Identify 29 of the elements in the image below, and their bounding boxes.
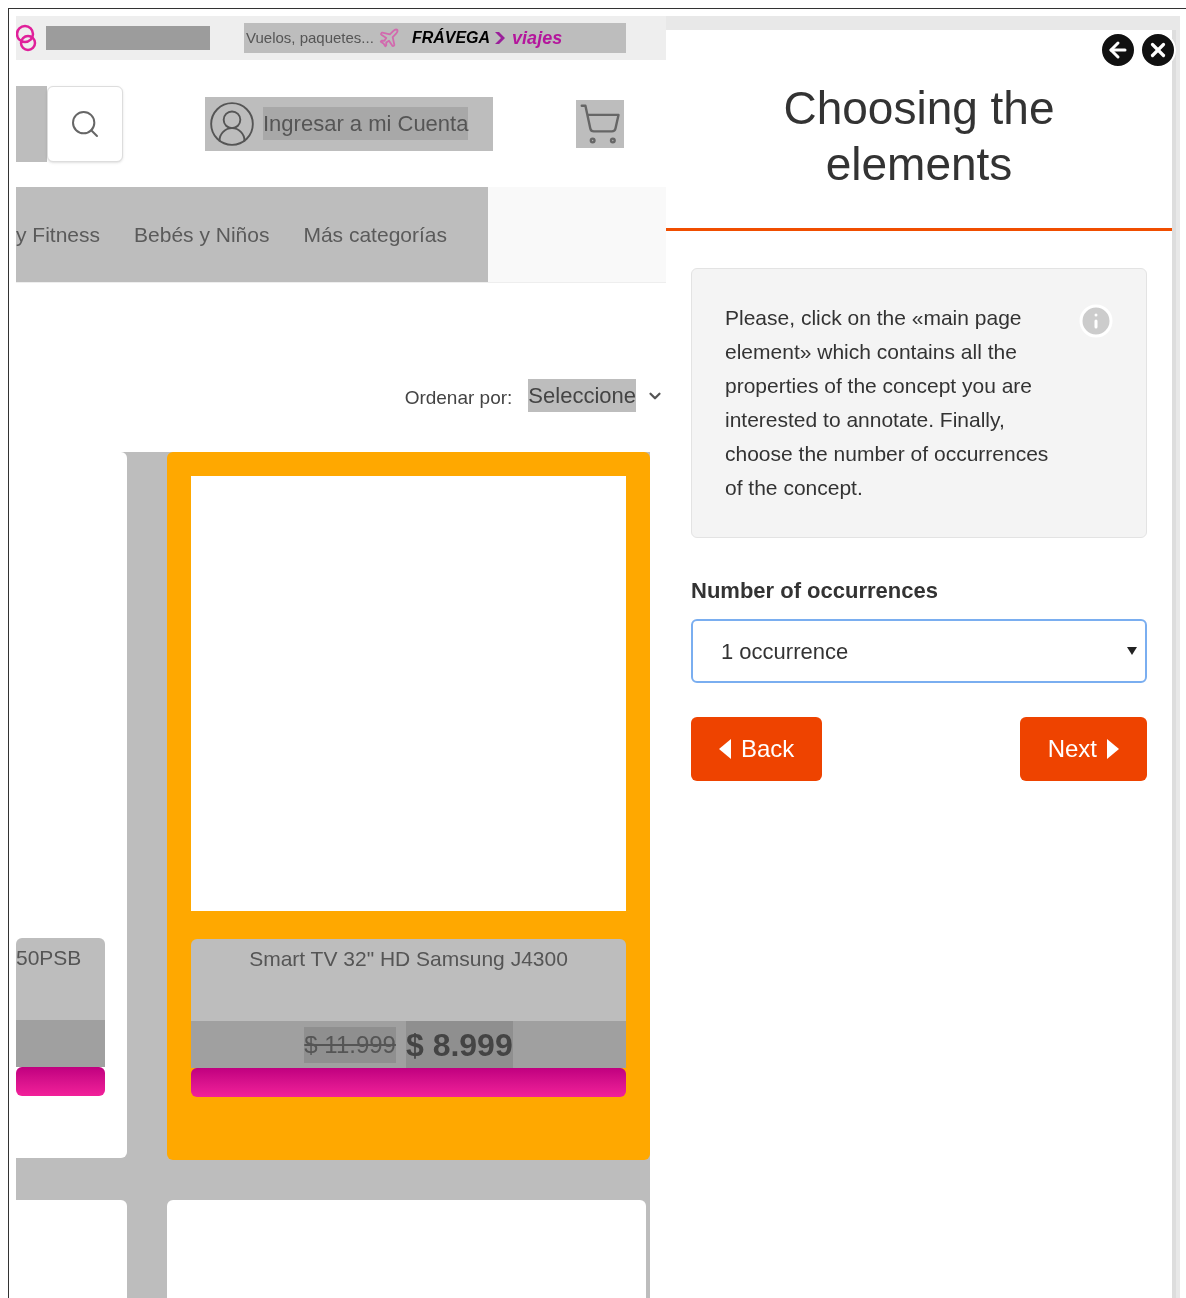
panel-title: Choosing the elements bbox=[666, 30, 1172, 231]
dropdown-arrow-icon bbox=[1127, 647, 1137, 655]
plane-icon bbox=[377, 27, 400, 49]
account-button[interactable]: Ingresar a mi Cuenta bbox=[205, 96, 493, 151]
next-button[interactable]: Next bbox=[1019, 717, 1147, 781]
cart-icon[interactable] bbox=[576, 99, 624, 148]
occurrences-select[interactable]: 1 occurrence bbox=[691, 619, 1147, 683]
brand-name: FRÁVEGA bbox=[411, 27, 491, 48]
nav-item[interactable]: Bebés y Niños bbox=[134, 218, 270, 251]
price: $ 8.999 bbox=[405, 1020, 513, 1069]
occurrences-label: Number of occurrences bbox=[691, 577, 939, 605]
promo-text: Vuelos, paquetes... bbox=[246, 27, 374, 48]
chat-logo-icon bbox=[16, 24, 38, 52]
caret-right-icon bbox=[1107, 739, 1119, 759]
caret-left-icon bbox=[719, 739, 731, 759]
sort-label: Ordenar por: bbox=[404, 385, 513, 410]
old-price: $ 11.999 bbox=[304, 1026, 396, 1063]
brand-suffix: viajes bbox=[512, 26, 563, 50]
nav-item[interactable]: y Fitness bbox=[16, 218, 101, 251]
search-button[interactable] bbox=[47, 85, 123, 162]
instructions-text: Please, click on the «main page element» which contains all the properties of the concept you are interested to annotate. Finally, choose the number of occurrences of the concept. bbox=[725, 305, 1050, 501]
info-icon bbox=[1078, 303, 1114, 339]
promo-banner[interactable]: Vuelos, paquetes... FRÁVEGA viajes bbox=[244, 23, 626, 53]
sort-select[interactable]: Seleccione bbox=[528, 379, 636, 412]
nav-item[interactable]: Más categorías bbox=[303, 218, 447, 251]
product-name: Smart TV 32" HD Samsung J4300 bbox=[249, 946, 568, 972]
search-field[interactable] bbox=[16, 85, 47, 162]
product-name: 50PSB bbox=[16, 945, 82, 971]
back-button[interactable]: Back bbox=[691, 717, 823, 781]
